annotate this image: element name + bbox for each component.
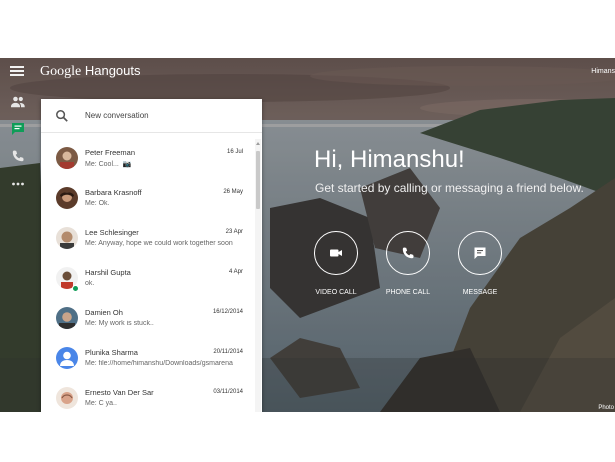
avatar bbox=[56, 347, 78, 369]
phone-icon bbox=[402, 247, 414, 259]
video-call-label: VIDEO CALL bbox=[315, 289, 357, 296]
contact-name: Damien Oh bbox=[85, 308, 123, 317]
contact-name: Peter Freeman bbox=[85, 148, 136, 157]
conversation-item[interactable]: Harshil Gupta 4 Apr ok. bbox=[41, 261, 255, 301]
timestamp: 16/12/2014 bbox=[212, 309, 243, 315]
contact-name: Plunika Sharma bbox=[85, 348, 138, 357]
online-status-dot bbox=[72, 285, 79, 292]
conversation-scrollbar[interactable] bbox=[255, 139, 261, 412]
last-message: Me: Anyway, hope we could work together … bbox=[85, 240, 233, 247]
hamburger-icon[interactable] bbox=[10, 64, 24, 78]
contact-name: Lee Schlesinger bbox=[85, 228, 139, 237]
top-bar: Google Hangouts Himans bbox=[0, 58, 615, 86]
avatar bbox=[56, 387, 78, 409]
last-message: Me: C ya.. bbox=[85, 400, 117, 407]
timestamp: 20/11/2014 bbox=[213, 349, 243, 355]
phone-call-label: PHONE CALL bbox=[385, 289, 431, 296]
timestamp: 16 Jul bbox=[226, 149, 243, 155]
camera-icon: 📷 bbox=[122, 161, 132, 168]
videocam-icon bbox=[330, 249, 342, 257]
avatar bbox=[56, 227, 78, 249]
scroll-up-arrow[interactable] bbox=[256, 142, 260, 145]
message-icon bbox=[474, 247, 486, 259]
conversation-item[interactable]: Ernesto Van Der Sar 03/11/2014 Me: C ya.… bbox=[41, 381, 255, 412]
photo-credit[interactable]: Photo bbox=[598, 405, 614, 411]
greeting-subtitle: Get started by calling or messaging a fr… bbox=[315, 181, 584, 195]
video-call-button[interactable]: VIDEO CALL bbox=[296, 231, 376, 301]
new-conversation-search[interactable]: New conversation bbox=[41, 99, 262, 133]
phone-icon[interactable] bbox=[10, 148, 26, 164]
contact-name: Barbara Krasnoff bbox=[85, 188, 142, 197]
chat-icon[interactable] bbox=[10, 121, 26, 137]
more-icon[interactable] bbox=[10, 176, 26, 192]
phone-call-button[interactable]: PHONE CALL bbox=[368, 231, 448, 301]
avatar bbox=[56, 147, 78, 169]
timestamp: 4 Apr bbox=[228, 269, 243, 275]
user-name[interactable]: Himans bbox=[591, 68, 615, 75]
hangouts-window: Google Hangouts Himans New conversation … bbox=[0, 58, 615, 412]
avatar-fill bbox=[61, 231, 73, 243]
message-label: MESSAGE bbox=[462, 289, 498, 296]
conversation-item[interactable]: Lee Schlesinger 23 Apr Me: Anyway, hope … bbox=[41, 221, 255, 261]
last-message: Me: My work is stuck.. bbox=[85, 320, 154, 327]
timestamp: 23 Apr bbox=[225, 229, 243, 235]
search-input[interactable]: New conversation bbox=[85, 111, 149, 120]
last-message: ok. bbox=[85, 280, 95, 287]
last-message: Me: Ok. bbox=[85, 200, 110, 207]
contact-name: Ernesto Van Der Sar bbox=[85, 388, 154, 397]
conversation-item[interactable]: Barbara Krasnoff 26 May Me: Ok. bbox=[41, 181, 255, 221]
video-call-circle bbox=[314, 231, 358, 275]
last-message-text: Me: Cool... bbox=[85, 161, 119, 168]
timestamp: 26 May bbox=[223, 189, 243, 195]
conversation-item[interactable]: Plunika Sharma 20/11/2014 Me: file://hom… bbox=[41, 341, 255, 381]
contact-name: Harshil Gupta bbox=[85, 268, 131, 277]
people-icon[interactable] bbox=[10, 94, 26, 110]
avatar-fill bbox=[62, 271, 72, 281]
side-rail bbox=[0, 86, 34, 412]
message-button[interactable]: MESSAGE bbox=[440, 231, 520, 301]
last-message: Me: Cool... 📷 bbox=[85, 160, 255, 168]
conversation-panel: New conversation Peter Freeman 16 Jul Me… bbox=[41, 99, 262, 412]
phone-call-circle bbox=[386, 231, 430, 275]
timestamp: 03/11/2014 bbox=[213, 389, 243, 395]
search-icon bbox=[55, 109, 69, 123]
last-message: Me: file://home/himanshu/Downloads/gsmar… bbox=[85, 360, 233, 367]
google-logo-text: Google bbox=[40, 64, 82, 79]
conversation-item[interactable]: Damien Oh 16/12/2014 Me: My work is stuc… bbox=[41, 301, 255, 341]
message-circle bbox=[458, 231, 502, 275]
conversation-item[interactable]: Peter Freeman 16 Jul Me: Cool... 📷 bbox=[41, 141, 255, 181]
app-title: Google Hangouts bbox=[40, 63, 141, 80]
avatar-fill bbox=[61, 392, 73, 404]
product-name: Hangouts bbox=[84, 63, 141, 78]
scroll-thumb[interactable] bbox=[256, 151, 260, 209]
greeting-heading: Hi, Himanshu! bbox=[314, 146, 465, 173]
avatar bbox=[56, 307, 78, 329]
avatar bbox=[56, 187, 78, 209]
